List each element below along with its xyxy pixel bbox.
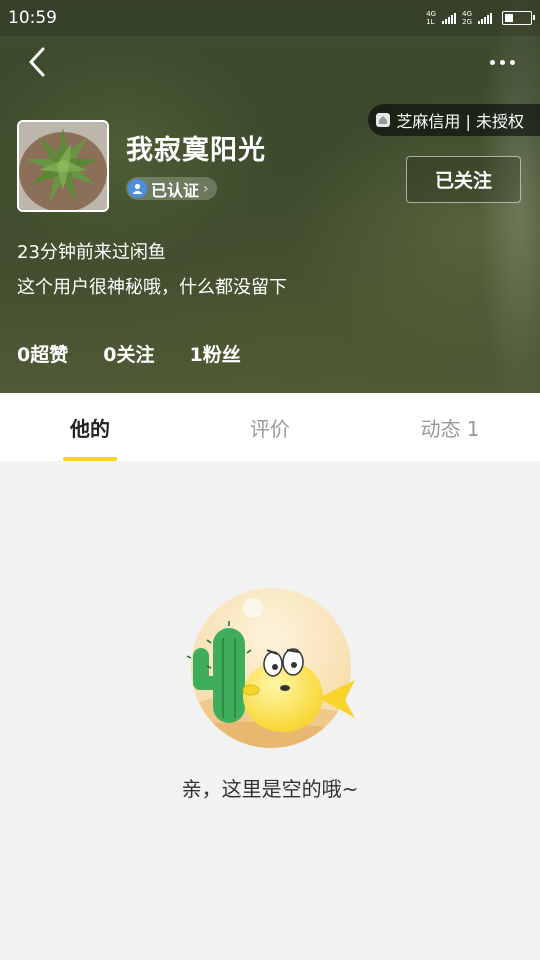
status-time: 10:59 bbox=[8, 8, 57, 28]
empty-state-text: 亲，这里是空的哦~ bbox=[181, 777, 359, 801]
tab-his[interactable]: 他的 bbox=[0, 393, 180, 461]
chevron-right-icon: › bbox=[203, 180, 209, 197]
succulent-avatar bbox=[19, 122, 107, 210]
tab-reviews[interactable]: 评价 bbox=[180, 393, 360, 461]
profile-tabs: 他的 评价 动态 1 bbox=[0, 393, 540, 461]
more-dots-icon bbox=[489, 59, 495, 65]
username: 我寂寞阳光 bbox=[126, 135, 266, 166]
stat-likes[interactable]: 0超赞 bbox=[17, 340, 68, 367]
stat-following[interactable]: 0关注 bbox=[103, 340, 154, 367]
last-active-text: 23分钟前来过闲鱼 bbox=[17, 242, 166, 263]
tab-posts[interactable]: 动态 1 bbox=[360, 393, 540, 461]
status-icons: 4G 1L 4G 2G bbox=[426, 10, 535, 26]
sesame-credit-pill[interactable]: 芝麻信用 | 未授权 bbox=[368, 104, 540, 136]
battery-fill bbox=[505, 14, 514, 22]
bio-text: 这个用户很神秘哦，什么都没留下 bbox=[17, 277, 287, 298]
follow-button[interactable]: 已关注 bbox=[406, 156, 521, 203]
verified-user-icon bbox=[128, 179, 147, 198]
cactus-fish-illustration bbox=[186, 588, 355, 748]
battery-icon bbox=[502, 11, 535, 25]
more-button[interactable] bbox=[482, 48, 522, 76]
sesame-credit-icon bbox=[376, 113, 391, 127]
verified-label: 已认证 bbox=[151, 180, 200, 200]
network-indicator-2: 4G 2G bbox=[462, 10, 472, 26]
verified-badge[interactable]: 已认证 › bbox=[126, 177, 217, 200]
chevron-left-icon bbox=[29, 47, 45, 77]
empty-state-illustration bbox=[183, 588, 363, 758]
signal-icon-2 bbox=[478, 12, 492, 24]
active-tab-indicator bbox=[63, 457, 117, 461]
network-indicator-1: 4G 1L bbox=[426, 10, 437, 26]
stats-row: 0超赞 0关注 1粉丝 bbox=[17, 340, 241, 367]
status-bar: 10:59 4G 1L 4G 2G bbox=[0, 0, 540, 36]
credit-label: 芝麻信用 | 未授权 bbox=[396, 112, 524, 131]
stat-followers[interactable]: 1粉丝 bbox=[189, 340, 240, 367]
signal-icon bbox=[442, 12, 457, 24]
profile-header: 10:59 4G 1L 4G 2G 芝麻信用 | 未授权 我寂寞阳光 已认证 ›… bbox=[0, 0, 540, 393]
back-button[interactable] bbox=[22, 44, 52, 80]
avatar[interactable] bbox=[17, 120, 109, 212]
